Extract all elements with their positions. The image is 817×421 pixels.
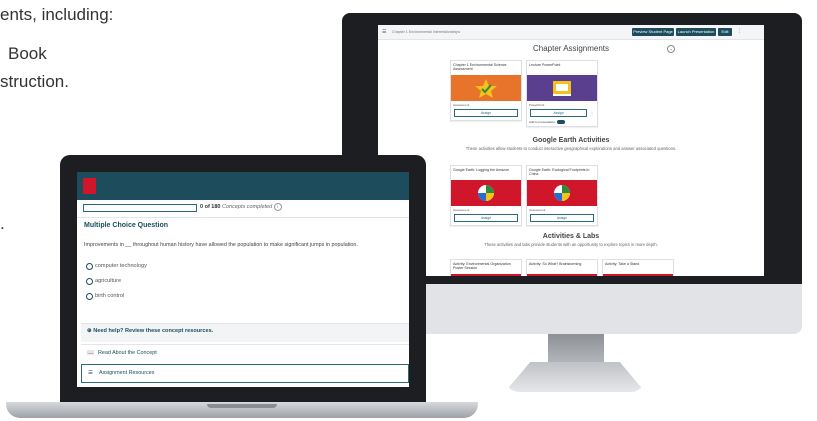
radio-icon[interactable]: [86, 293, 93, 300]
option-2[interactable]: agriculture: [86, 278, 122, 285]
card-title: Activity: Environmental Organization Pos…: [453, 262, 511, 270]
list-icon: ☰: [88, 370, 93, 376]
assign-button[interactable]: Assign: [530, 109, 587, 117]
option-label: birth control: [95, 293, 125, 299]
progress-count-value: 0 of 180: [200, 204, 221, 210]
intro-line-4: .: [0, 214, 5, 233]
activities-labs-subtitle: These activities and labs provide studen…: [484, 242, 658, 247]
card-title: Activity: Take a Stand: [605, 262, 640, 266]
assign-button[interactable]: Assign: [530, 214, 594, 222]
google-earth-heading: Google Earth Activities: [532, 137, 610, 144]
progress-count: 0 of 180 Concepts completed i: [200, 203, 282, 211]
card-color-strip: [527, 274, 597, 276]
radio-icon[interactable]: [86, 263, 93, 270]
more-options-icon[interactable]: ⋮: [737, 28, 742, 34]
card-color-strip: [451, 274, 521, 276]
read-about-concept-row[interactable]: 📖 Read About the Concept: [81, 344, 409, 362]
card-activity-take-stand[interactable]: Activity: Take a Stand: [602, 259, 674, 276]
intro-line-3: struction.: [0, 72, 69, 91]
book-icon: 📖: [87, 350, 94, 356]
assessment-star-icon: [451, 75, 521, 101]
assignment-resources-row[interactable]: ☰ Assignment Resources: [81, 364, 409, 383]
help-toggle[interactable]: ⊕ Need help? Review these concept resour…: [87, 328, 213, 334]
assignment-resources-label: Assignment Resources: [99, 370, 155, 376]
menu-icon[interactable]: ☰: [382, 29, 386, 35]
intro-line-2: Book: [8, 44, 47, 63]
info-icon[interactable]: i: [273, 203, 282, 211]
read-about-concept-label: Read About the Concept: [98, 350, 157, 356]
option-label: computer technology: [95, 263, 147, 269]
kebab-icon[interactable]: ⋮: [590, 111, 594, 116]
card-activity-poster[interactable]: Activity: Environmental Organization Pos…: [450, 259, 522, 276]
card-lecture-powerpoint[interactable]: Lecture PowerPoint PowerPoint Assign ⋮ A…: [526, 60, 598, 127]
progress-count-label: Concepts completed: [222, 204, 273, 210]
mcgraw-hill-logo: [83, 178, 96, 194]
chevron-circle-icon: ⊕: [87, 328, 92, 334]
preview-student-page-button[interactable]: Preview Student Page: [632, 28, 674, 36]
card-title: Google Earth: Logging the Amazon: [453, 168, 509, 172]
chapter-assignments-heading: Chapter Assignments: [532, 44, 610, 53]
google-earth-subtitle: These activities allow students to condu…: [465, 146, 677, 151]
help-label: Need help? Review these concept resource…: [93, 328, 214, 334]
intro-line-1: ents, including:: [0, 5, 114, 24]
google-earth-icon: [451, 180, 521, 206]
google-earth-icon: [527, 180, 597, 206]
desktop-screen: ☰ Chapter 1 Environmental Interrelations…: [378, 25, 764, 276]
powerpoint-icon: [527, 75, 597, 101]
assign-button[interactable]: Assign: [454, 109, 518, 117]
card-meta: Assessment: [453, 103, 470, 107]
activities-labs-heading: Activities & Labs: [542, 233, 600, 240]
card-ecological-footprints[interactable]: Google Earth: Ecological Footprints in C…: [526, 165, 598, 226]
divider: [77, 217, 409, 218]
card-title: Chapter 1 Environmental Science Assessme…: [453, 63, 507, 71]
card-meta: Assessment: [529, 208, 546, 212]
card-environmental-assessment[interactable]: Chapter 1 Environmental Science Assessme…: [450, 60, 522, 121]
card-logging-amazon[interactable]: Google Earth: Logging the Amazon Assessm…: [450, 165, 522, 226]
card-color-strip: [603, 274, 673, 276]
card-title: Lecture PowerPoint: [529, 63, 561, 67]
add-to-presentation-label: Add to presentation: [529, 120, 556, 124]
collapse-chevron-icon[interactable]: ⌄: [667, 45, 675, 53]
edit-button[interactable]: Edit: [718, 28, 732, 36]
card-title: Activity: So What? Brainstorming: [529, 262, 582, 266]
card-meta: Assessment: [453, 208, 470, 212]
option-label: agriculture: [95, 278, 122, 284]
radio-icon[interactable]: [86, 278, 93, 285]
presentation-toggle[interactable]: [557, 120, 566, 124]
option-3[interactable]: birth control: [86, 293, 125, 300]
monitor-stand-neck: [548, 334, 604, 364]
breadcrumb[interactable]: Chapter 1 Environmental Interrelationshi…: [392, 30, 460, 34]
question-title: Multiple Choice Question: [84, 222, 169, 229]
launch-presentation-button[interactable]: Launch Presentation: [676, 28, 716, 36]
assign-button[interactable]: Assign: [454, 214, 518, 222]
progress-bar: [83, 204, 197, 212]
desktop-topbar: ☰ Chapter 1 Environmental Interrelations…: [378, 25, 764, 40]
question-text: Improvements in __ throughout human hist…: [84, 242, 358, 248]
option-1[interactable]: computer technology: [86, 263, 147, 270]
laptop-notch: [207, 404, 277, 408]
monitor-stand-base: [505, 362, 645, 392]
card-activity-brainstorming[interactable]: Activity: So What? Brainstorming: [526, 259, 598, 276]
laptop-header: [77, 172, 409, 200]
laptop-screen: 0 of 180 Concepts completed i Multiple C…: [77, 172, 409, 387]
card-title: Google Earth: Ecological Footprints in C…: [529, 168, 590, 176]
